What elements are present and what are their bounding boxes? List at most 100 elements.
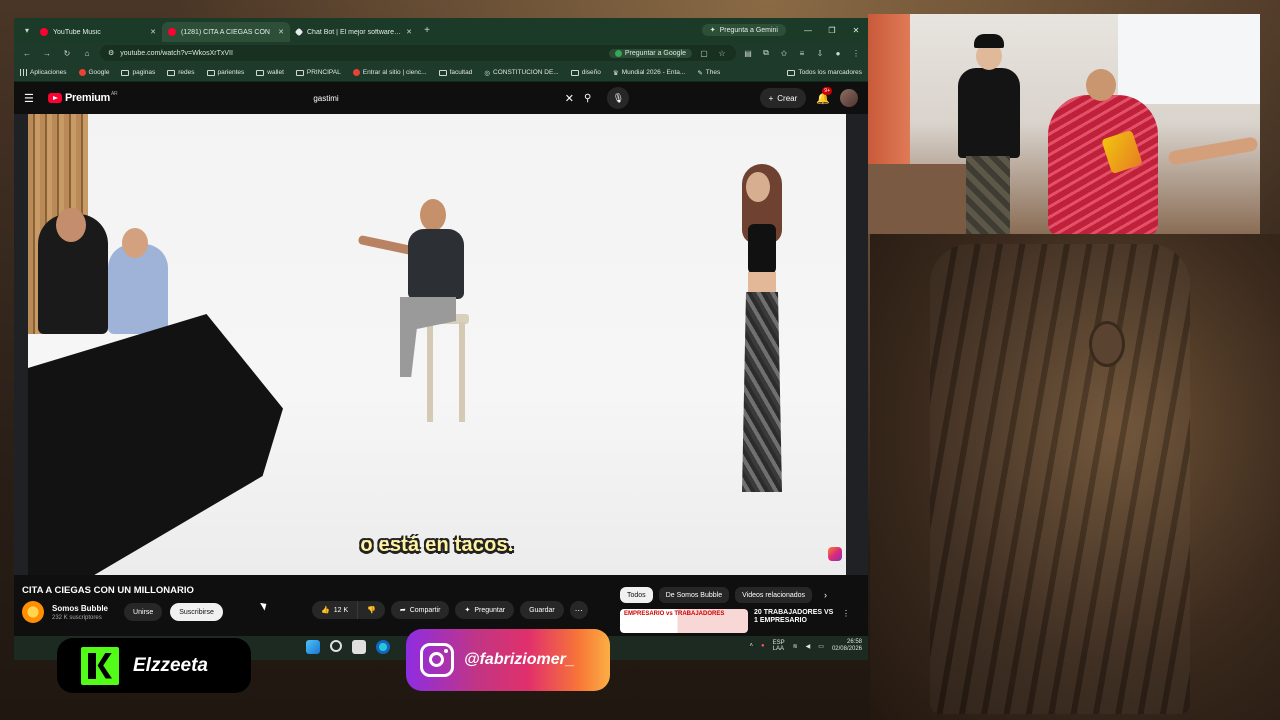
reload-icon[interactable]: ↻ [60, 49, 74, 58]
tab-chat-bot[interactable]: Chat Bot | El mejor software pa ✕ [290, 22, 418, 42]
minimize-button[interactable]: — [796, 26, 820, 35]
tab-label: (1281) CITA A CIEGAS CON [181, 28, 270, 36]
menu-icon[interactable]: ⋮ [850, 49, 862, 58]
bookmark-folder[interactable]: facultad [438, 69, 472, 76]
channel-name[interactable]: Somos Bubble [52, 604, 108, 613]
microphone-icon[interactable]: 🎙 [607, 87, 630, 109]
tab-groups-icon[interactable]: ▤ [742, 49, 754, 58]
menu-hamburger-icon[interactable]: ☰ [24, 92, 38, 105]
chevron-up-icon[interactable]: ˄ [749, 643, 753, 649]
search-box[interactable]: gastimi ✕ ⚲ [307, 87, 597, 109]
tab-video[interactable]: (1281) CITA A CIEGAS CON ✕ [162, 22, 290, 42]
wifi-icon[interactable]: ≋ [793, 643, 798, 650]
close-tab-icon[interactable]: ✕ [406, 28, 412, 36]
channel-watermark-icon[interactable] [828, 547, 842, 561]
share-label: Compartir [409, 606, 441, 614]
notifications-bell-icon[interactable]: 🔔 9+ [816, 86, 832, 105]
clock[interactable]: 26:58 02/08/2026 [832, 639, 862, 653]
ask-gemini-button[interactable]: ✦ Pregunta a Gemini [701, 24, 786, 36]
bookmark-star-icon[interactable]: ☆ [716, 49, 728, 58]
search-icon[interactable]: ⚲ [584, 93, 591, 104]
chevron-right-icon[interactable]: › [824, 590, 827, 600]
avatar[interactable] [840, 89, 858, 107]
battery-icon[interactable]: ▭ [818, 643, 824, 650]
windows-start-icon[interactable] [306, 640, 320, 654]
volume-icon[interactable]: ◀ [806, 643, 811, 650]
webcam-feed [868, 14, 1260, 234]
save-button[interactable]: Guardar [520, 601, 564, 619]
lang-top: ESP [772, 639, 785, 646]
more-actions-icon[interactable]: ⋯ [569, 601, 588, 619]
share-button[interactable]: ➦ Compartir [390, 601, 450, 619]
bookmark-apps[interactable]: Aplicaciones [20, 69, 67, 76]
maximize-button[interactable]: ❐ [820, 26, 844, 35]
dislike-button[interactable]: 👎 [357, 601, 385, 619]
bookmark-folder[interactable]: parientes [206, 69, 244, 76]
search-input[interactable]: gastimi [313, 94, 564, 103]
clear-search-icon[interactable]: ✕ [565, 92, 574, 105]
bookmark-folder[interactable]: diseño [570, 69, 601, 76]
bookmark-label: Aplicaciones [30, 69, 67, 76]
mic-tray-icon[interactable]: ● [761, 643, 765, 649]
bookmark-folder[interactable]: paginas [121, 69, 155, 76]
bookmark-folder[interactable]: redes [167, 69, 195, 76]
recommended-video[interactable]: EMPRESARIO vs TRABAJADORES 20 TRABAJADOR… [620, 609, 850, 633]
bookmark-link[interactable]: ✎ Thes [697, 69, 720, 77]
bookmark-link[interactable]: ◎ CONSTITUCION DE... [484, 69, 558, 77]
join-button[interactable]: Unirse [124, 603, 163, 621]
bookmark-folder[interactable]: wallet [256, 69, 284, 76]
edge-browser-icon[interactable] [376, 640, 390, 654]
subscribe-button[interactable]: Suscribirse [170, 603, 223, 621]
chatbot-icon [294, 27, 304, 37]
like-button[interactable]: 👍 12 K [312, 601, 358, 619]
recommended-title[interactable]: 20 TRABAJADORES VS 1 EMPRESARIO [754, 609, 836, 633]
video-player[interactable]: o está en tacos. [28, 114, 846, 575]
url-field[interactable]: ⚙ youtube.com/watch?v=WkosXrTxVII Pregun… [100, 45, 736, 61]
gemini-icon: ✦ [709, 27, 716, 34]
youtube-premium-logo[interactable]: Premium AR [48, 91, 118, 104]
more-options-icon[interactable]: ⋮ [842, 609, 850, 633]
channel-avatar[interactable] [22, 601, 44, 623]
favorites-icon[interactable]: ✩ [778, 49, 790, 58]
back-icon[interactable]: ← [20, 49, 34, 58]
bookmark-link[interactable]: ♛ Mundial 2026 - Enta... [613, 69, 685, 77]
lang-bottom: LAA [772, 646, 784, 653]
bookmark-folder[interactable]: PRINCIPAL [295, 69, 341, 76]
file-explorer-icon[interactable] [352, 640, 366, 654]
bookmark-label: CONSTITUCION DE... [493, 69, 559, 76]
language-indicator[interactable]: ESP LAA [773, 640, 785, 653]
ask-google-button[interactable]: Preguntar a Google [608, 48, 692, 58]
channel-row: Somos Bubble 232 K suscriptores Unirse S… [22, 601, 223, 623]
bookmark-google[interactable]: Google [78, 69, 109, 76]
close-tab-icon[interactable]: ✕ [278, 28, 284, 36]
profile-icon[interactable]: ● [832, 49, 844, 58]
chip-from-channel[interactable]: De Somos Bubble [658, 587, 730, 603]
site-icon [352, 69, 360, 76]
screenshot-icon[interactable]: ▢ [698, 49, 710, 58]
gemini-label: Pregunta a Gemini [719, 26, 778, 34]
downloads-icon[interactable]: ⇩ [814, 49, 826, 58]
tab-youtube-music[interactable]: YouTube Music ✕ [34, 22, 162, 42]
close-tab-icon[interactable]: ✕ [150, 28, 156, 36]
url-text: youtube.com/watch?v=WkosXrTxVII [120, 49, 233, 57]
globe-icon: ◎ [484, 69, 491, 77]
media-icon[interactable]: ≡ [796, 49, 808, 58]
chip-related[interactable]: Videos relacionados [735, 587, 813, 603]
all-bookmarks[interactable]: Todos los marcadores [787, 69, 862, 76]
home-icon[interactable]: ⌂ [80, 49, 94, 58]
new-tab-button[interactable]: + [418, 25, 436, 36]
close-window-button[interactable]: ✕ [844, 26, 868, 35]
plus-icon: + [768, 93, 774, 103]
create-button[interactable]: + Crear [759, 88, 807, 108]
tab-search-icon[interactable]: ▾ [20, 26, 34, 35]
forward-icon[interactable]: → [40, 49, 54, 58]
site-info-icon[interactable]: ⚙ [108, 49, 114, 57]
ask-button[interactable]: ✦ Preguntar [455, 601, 515, 619]
tab-label: YouTube Music [53, 28, 101, 36]
chip-all[interactable]: Todos [620, 587, 653, 603]
taskbar-search-icon[interactable] [330, 640, 342, 652]
extensions-icon[interactable]: ⧉ [760, 48, 772, 58]
folder-icon [206, 69, 215, 76]
recommended-thumbnail[interactable]: EMPRESARIO vs TRABAJADORES [620, 609, 748, 633]
bookmark-link[interactable]: Entrar al sitio | cienc... [352, 69, 427, 76]
